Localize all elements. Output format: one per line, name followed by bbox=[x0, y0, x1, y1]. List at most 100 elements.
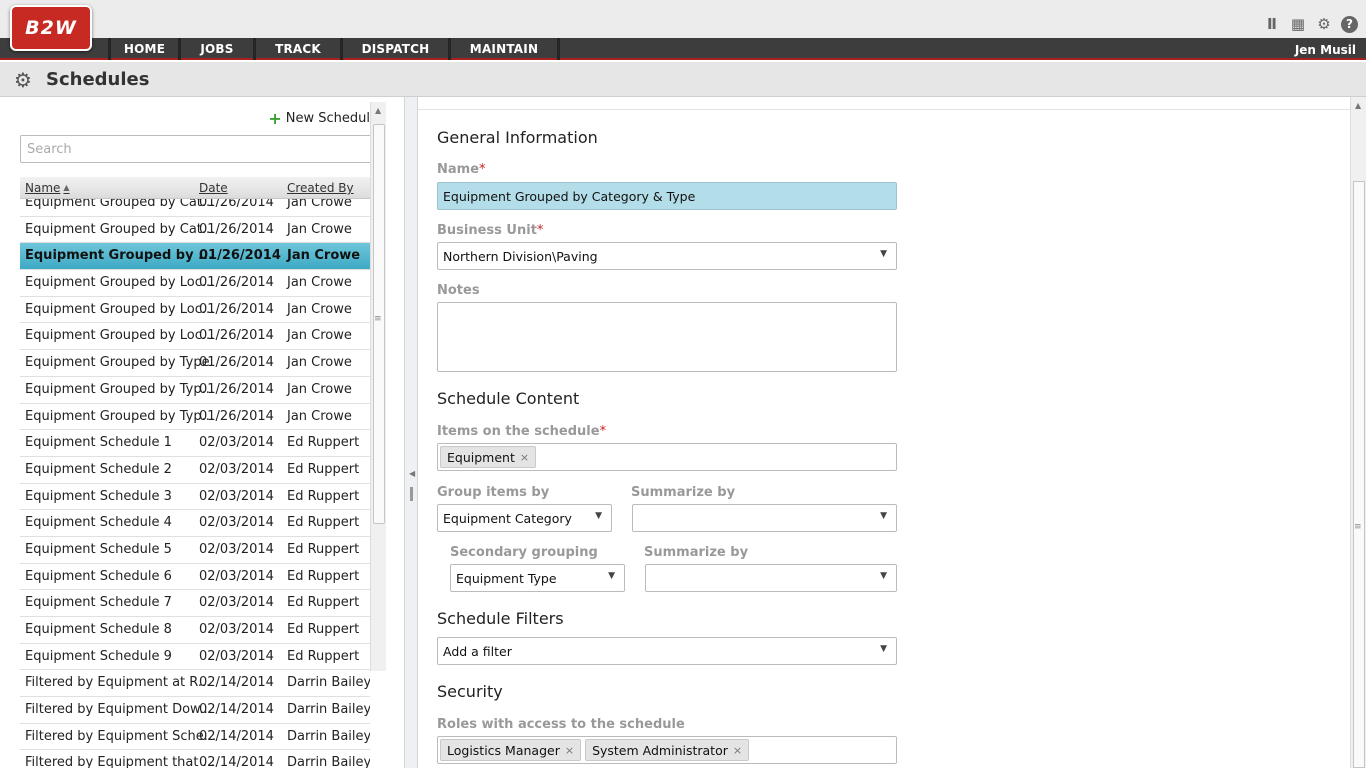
table-row[interactable]: Equipment Grouped by Cat... 01/26/2014 Jan… bbox=[20, 217, 370, 244]
chart-icon[interactable]: ▦ bbox=[1289, 15, 1307, 33]
business-unit-select[interactable]: Northern Division\Paving ▼ bbox=[437, 242, 897, 270]
row-name: Equipment Grouped by Cat... bbox=[25, 221, 215, 237]
row-date: 02/14/2014 bbox=[199, 755, 274, 768]
scroll-up-icon[interactable]: ▲ bbox=[375, 106, 381, 115]
table-row[interactable]: Equipment Grouped by Type 01/26/2014 Jan C… bbox=[20, 350, 370, 377]
table-row[interactable]: Equipment Schedule 9 02/03/2014 Ed Ruppert bbox=[20, 644, 370, 671]
scroll-up-icon[interactable]: ▲ bbox=[1355, 101, 1361, 110]
remove-tag-icon[interactable]: × bbox=[733, 744, 742, 757]
table-row[interactable]: Filtered by Equipment that ... 02/14/2014… bbox=[20, 750, 370, 768]
table-row[interactable]: Equipment Schedule 1 02/03/2014 Ed Ruppert bbox=[20, 430, 370, 457]
row-created-by: Jan Crowe bbox=[287, 248, 361, 264]
row-created-by: Ed Ruppert bbox=[287, 488, 360, 504]
search-input[interactable] bbox=[20, 135, 386, 163]
summarize-by-label: Summarize by bbox=[631, 485, 736, 500]
table-row[interactable]: Equipment Schedule 8 02/03/2014 Ed Ruppert bbox=[20, 617, 370, 644]
table-row[interactable]: Filtered by Equipment Sche... 02/14/2014 D… bbox=[20, 724, 370, 751]
page-header: ⚙ Schedules bbox=[0, 62, 1366, 97]
required-marker: * bbox=[536, 223, 544, 238]
row-created-by: Ed Ruppert bbox=[287, 595, 360, 611]
table-row[interactable]: Equipment Schedule 2 02/03/2014 Ed Ruppert bbox=[20, 457, 370, 484]
nav-jobs[interactable]: JOBS bbox=[181, 38, 256, 60]
library-icon[interactable]: Ⅱ bbox=[1263, 15, 1281, 33]
row-date: 02/03/2014 bbox=[199, 488, 274, 504]
table-row[interactable]: Filtered by Equipment Dow... 02/14/2014 Da… bbox=[20, 697, 370, 724]
help-icon[interactable]: ? bbox=[1341, 15, 1358, 33]
panel-splitter[interactable]: ◀ bbox=[404, 97, 418, 768]
row-created-by: Ed Ruppert bbox=[287, 461, 360, 477]
table-row[interactable]: Equipment Grouped by Loc... 01/26/2014 Jan… bbox=[20, 323, 370, 351]
notes-textarea[interactable] bbox=[437, 302, 897, 372]
row-name: Equipment Schedule 7 bbox=[25, 595, 172, 611]
group-by-select[interactable]: Equipment Category ▼ bbox=[437, 504, 612, 532]
nav-home[interactable]: HOME bbox=[108, 38, 181, 60]
row-date: 02/14/2014 bbox=[199, 702, 274, 718]
column-header-date[interactable]: Date bbox=[199, 181, 228, 195]
list-scrollbar[interactable]: ▲ ≡ bbox=[370, 102, 386, 671]
row-date: 01/26/2014 bbox=[199, 248, 281, 264]
nav-track[interactable]: TRACK bbox=[256, 38, 343, 60]
dropdown-arrow-icon: ▼ bbox=[880, 571, 887, 581]
table-row[interactable]: Equipment Schedule 4 02/03/2014 Ed Ruppert bbox=[20, 510, 370, 537]
schedule-list-panel: + New Schedule Name▲ Date Created By Equ… bbox=[0, 97, 404, 768]
table-row[interactable]: Equipment Schedule 7 02/03/2014 Ed Ruppert bbox=[20, 590, 370, 617]
roles-multiselect[interactable]: Logistics Manager × System Administrator × bbox=[437, 736, 897, 764]
row-name: Equipment Schedule 1 bbox=[25, 435, 172, 451]
table-row[interactable]: Equipment Grouped by Loc... 01/26/2014 Jan… bbox=[20, 297, 370, 324]
row-date: 02/14/2014 bbox=[199, 728, 274, 744]
column-header-name[interactable]: Name ▲ bbox=[25, 181, 70, 195]
table-row[interactable]: Equipment Grouped by Cat... 01/26/2014 Jan… bbox=[20, 199, 370, 217]
table-row[interactable]: Filtered by Equipment at R... 02/14/2014 D… bbox=[20, 670, 370, 698]
security-heading: Security bbox=[437, 682, 503, 701]
schedule-filters-heading: Schedule Filters bbox=[437, 609, 564, 628]
row-date: 02/03/2014 bbox=[199, 461, 274, 477]
table-row[interactable]: Equipment Schedule 5 02/03/2014 Ed Ruppert bbox=[20, 537, 370, 564]
row-name: Equipment Schedule 2 bbox=[25, 461, 172, 477]
notes-label: Notes bbox=[437, 283, 480, 298]
table-row[interactable]: Equipment Grouped by Typ... 01/26/2014 Jan… bbox=[20, 404, 370, 431]
table-row[interactable]: Equipment Schedule 3 02/03/2014 Ed Ruppert bbox=[20, 484, 370, 511]
secondary-grouping-select[interactable]: Equipment Type ▼ bbox=[450, 564, 625, 592]
user-name[interactable]: Jen Musil bbox=[1295, 38, 1356, 62]
row-name: Equipment Schedule 5 bbox=[25, 541, 172, 557]
summarize-by-select[interactable]: ▼ bbox=[632, 504, 897, 532]
detail-scroll-thumb[interactable] bbox=[1353, 181, 1365, 768]
row-created-by: Ed Ruppert bbox=[287, 541, 360, 557]
row-name: Equipment Schedule 6 bbox=[25, 568, 172, 584]
table-row[interactable]: Equipment Grouped by Loc... 01/26/2014 Jan… bbox=[20, 270, 370, 297]
gear-icon[interactable]: ⚙ bbox=[1315, 15, 1333, 33]
row-name: Equipment Grouped by Loc... bbox=[25, 301, 215, 317]
secondary-grouping-label: Secondary grouping bbox=[450, 545, 598, 560]
new-schedule-button[interactable]: + New Schedule bbox=[268, 111, 378, 127]
name-input[interactable]: Equipment Grouped by Category & Type bbox=[437, 182, 897, 210]
b2w-logo[interactable]: B2W bbox=[10, 5, 92, 51]
items-multiselect[interactable]: Equipment × bbox=[437, 443, 897, 471]
business-unit-label: Business Unit* bbox=[437, 223, 544, 238]
table-row[interactable]: Equipment Grouped by Typ... 01/26/2014 Jan… bbox=[20, 377, 370, 404]
list-scroll-thumb[interactable] bbox=[373, 124, 385, 524]
table-row[interactable]: Equipment Schedule 6 02/03/2014 Ed Ruppert bbox=[20, 564, 370, 591]
row-date: 01/26/2014 bbox=[199, 381, 274, 397]
row-name: Equipment Grouped by Loc... bbox=[25, 275, 215, 291]
table-row[interactable]: Equipment Grouped by ... 01/26/2014 Jan Cr… bbox=[20, 243, 370, 271]
splitter-handle[interactable] bbox=[410, 487, 413, 501]
remove-tag-icon[interactable]: × bbox=[565, 744, 574, 757]
dropdown-arrow-icon: ▼ bbox=[880, 511, 887, 521]
detail-scrollbar[interactable]: ▲ ≡ bbox=[1350, 97, 1366, 768]
add-filter-select[interactable]: Add a filter ▼ bbox=[437, 637, 897, 665]
row-created-by: Darrin Bailey bbox=[287, 728, 370, 744]
tag-system-administrator: System Administrator × bbox=[585, 739, 750, 761]
tag-equipment: Equipment × bbox=[440, 446, 537, 468]
remove-tag-icon[interactable]: × bbox=[520, 451, 529, 464]
summarize-by-secondary-label: Summarize by bbox=[644, 545, 749, 560]
column-header-created-by[interactable]: Created By bbox=[287, 181, 354, 195]
summarize-by-secondary-select[interactable]: ▼ bbox=[645, 564, 897, 592]
nav-maintain[interactable]: MAINTAIN bbox=[451, 38, 560, 60]
row-name: Equipment Schedule 8 bbox=[25, 622, 172, 637]
collapse-arrow-icon[interactable]: ◀ bbox=[409, 469, 415, 478]
roles-label: Roles with access to the schedule bbox=[437, 717, 685, 732]
nav-dispatch[interactable]: DISPATCH bbox=[343, 38, 451, 60]
row-name: Equipment Grouped by Cat... bbox=[25, 199, 215, 210]
dropdown-arrow-icon: ▼ bbox=[608, 571, 615, 581]
name-label: Name* bbox=[437, 162, 486, 177]
